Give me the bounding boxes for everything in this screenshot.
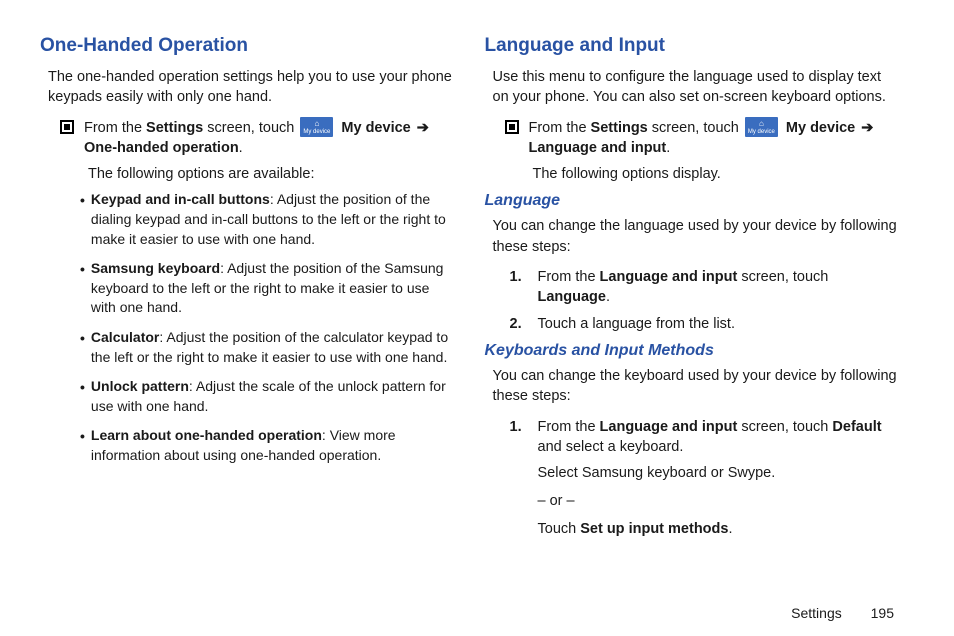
text-screen-touch: screen, touch: [648, 120, 743, 136]
kb-sub2: Touch Set up input methods.: [538, 519, 900, 541]
text-screen-touch: screen, touch: [203, 120, 298, 136]
text-period: .: [239, 140, 243, 156]
text-one-handed-bold: One-handed operation: [84, 140, 239, 156]
step-text: From the Language and input screen, touc…: [538, 417, 900, 458]
step-text: Touch a language from the list.: [538, 314, 900, 334]
step-mid: screen, touch: [737, 269, 828, 285]
step-bold1: Language and input: [600, 419, 738, 435]
arrow-icon: ➔: [861, 120, 873, 136]
bullet-learn-about: • Learn about one-handed operation: View…: [80, 426, 455, 465]
step-bold2: Default: [832, 419, 881, 435]
step-bold1: Language and input: [600, 269, 738, 285]
step-kb-1: 1. From the Language and input screen, t…: [510, 417, 900, 458]
my-device-icon: My device: [300, 117, 333, 137]
intro-language: You can change the language used by your…: [493, 216, 900, 257]
text-my-device-bold: My device: [786, 120, 855, 136]
step-number: 1.: [510, 417, 528, 437]
bullet-bold: Samsung keyboard: [91, 260, 220, 276]
bullet-content: Keypad and in-call buttons: Adjust the p…: [91, 190, 455, 249]
text-lang-input-bold: Language and input: [529, 140, 667, 156]
right-column: Language and Input Use this menu to conf…: [485, 35, 900, 546]
text-from-the: From the: [529, 120, 591, 136]
bullet-bold: Unlock pattern: [91, 378, 189, 394]
kb-or: – or –: [538, 491, 900, 513]
bullet-keypad: • Keypad and in-call buttons: Adjust the…: [80, 190, 455, 249]
text-settings-bold: Settings: [146, 120, 203, 136]
arrow-icon: ➔: [417, 120, 429, 136]
text-settings-bold: Settings: [591, 120, 648, 136]
sub2-prefix: Touch: [538, 521, 581, 537]
step-content-left: From the Settings screen, touch My devic…: [84, 118, 455, 159]
heading-one-handed: One-Handed Operation: [40, 35, 455, 57]
step-row-right: From the Settings screen, touch My devic…: [505, 118, 900, 159]
bullet-calculator: • Calculator: Adjust the position of the…: [80, 328, 455, 367]
intro-language-input: Use this menu to configure the language …: [493, 67, 900, 108]
bullet-unlock-pattern: • Unlock pattern: Adjust the scale of th…: [80, 377, 455, 416]
bullet-samsung-keyboard: • Samsung keyboard: Adjust the position …: [80, 259, 455, 318]
step-suffix: .: [606, 289, 610, 305]
bullet-content: Samsung keyboard: Adjust the position of…: [91, 259, 455, 318]
step-mid: screen, touch: [737, 419, 832, 435]
content-columns: One-Handed Operation The one-handed oper…: [40, 35, 899, 546]
bullet-dot-icon: •: [80, 329, 85, 349]
kb-sub1: Select Samsung keyboard or Swype.: [538, 463, 900, 485]
step-prefix: From the: [538, 419, 600, 435]
sub2-suffix: .: [728, 521, 732, 537]
step-content-right: From the Settings screen, touch My devic…: [529, 118, 900, 159]
step-row-left: From the Settings screen, touch My devic…: [60, 118, 455, 159]
sub2-bold: Set up input methods: [580, 521, 728, 537]
step-text: From the Language and input screen, touc…: [538, 267, 900, 308]
square-bullet-icon: [505, 120, 519, 134]
heading-language-input: Language and Input: [485, 35, 900, 57]
step-number: 1.: [510, 267, 528, 287]
step-lang-1: 1. From the Language and input screen, t…: [510, 267, 900, 308]
page-footer: Settings 195: [791, 605, 894, 621]
bullet-dot-icon: •: [80, 427, 85, 447]
subheading-keyboards: Keyboards and Input Methods: [485, 342, 900, 360]
my-device-icon: My device: [745, 117, 778, 137]
bullet-bold: Calculator: [91, 329, 159, 345]
step-lang-2: 2. Touch a language from the list.: [510, 314, 900, 334]
square-bullet-icon: [60, 120, 74, 134]
bullet-content: Calculator: Adjust the position of the c…: [91, 328, 455, 367]
bullet-dot-icon: •: [80, 378, 85, 398]
footer-page-number: 195: [871, 605, 894, 621]
intro-keyboards: You can change the keyboard used by your…: [493, 366, 900, 407]
text-from-the: From the: [84, 120, 146, 136]
left-column: One-Handed Operation The one-handed oper…: [40, 35, 455, 546]
step-suffix: and select a keyboard.: [538, 439, 684, 455]
step-prefix: From the: [538, 269, 600, 285]
bullet-content: Unlock pattern: Adjust the scale of the …: [91, 377, 455, 416]
text-following-right: The following options display.: [533, 164, 900, 184]
bullet-content: Learn about one-handed operation: View m…: [91, 426, 455, 465]
step-bold2: Language: [538, 289, 606, 305]
text-following-left: The following options are available:: [88, 164, 455, 184]
subheading-language: Language: [485, 192, 900, 210]
bullet-dot-icon: •: [80, 260, 85, 280]
intro-one-handed: The one-handed operation settings help y…: [48, 67, 455, 108]
text-period: .: [666, 140, 670, 156]
bullet-dot-icon: •: [80, 191, 85, 211]
step-number: 2.: [510, 314, 528, 334]
text-my-device-bold: My device: [341, 120, 410, 136]
bullet-bold: Keypad and in-call buttons: [91, 191, 270, 207]
bullet-bold: Learn about one-handed operation: [91, 427, 322, 443]
footer-section: Settings: [791, 605, 842, 621]
